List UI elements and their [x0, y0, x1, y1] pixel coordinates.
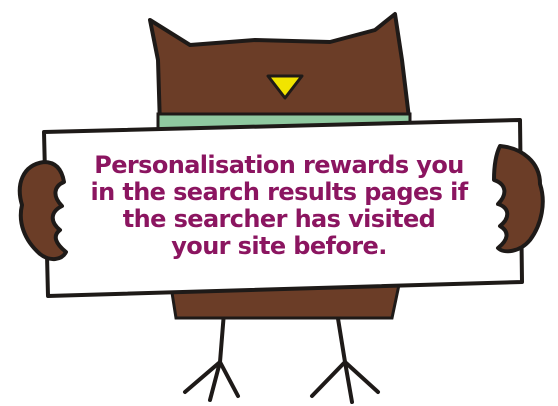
sign-line-3: the searcher has visited	[122, 205, 436, 233]
sign-message: Personalisation rewards you in the searc…	[70, 152, 488, 260]
sign-line-1: Personalisation rewards you	[94, 151, 464, 179]
sign-line-4: your site before.	[171, 232, 387, 260]
sign-line-2: in the search results pages if	[90, 178, 468, 206]
owl-head	[148, 12, 412, 128]
